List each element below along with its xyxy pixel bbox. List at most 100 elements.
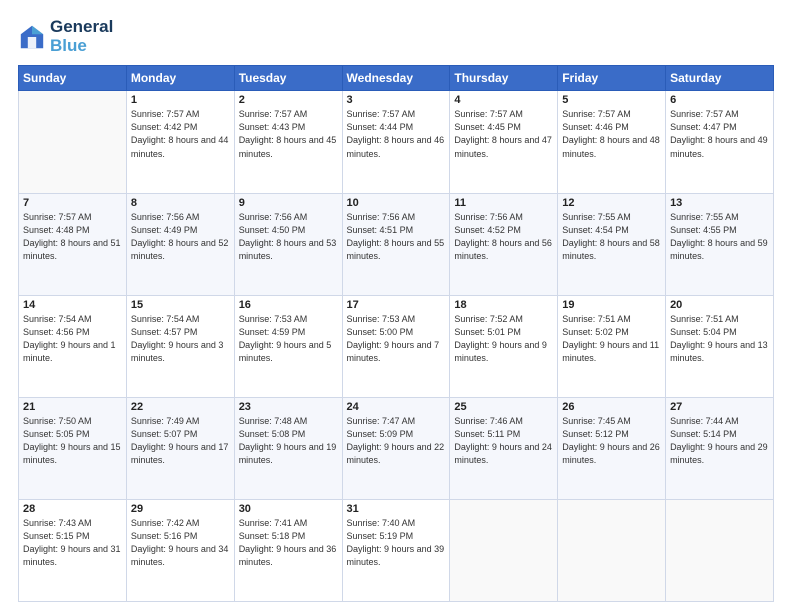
weekday-header-sunday: Sunday [19,66,127,91]
calendar-cell: 2Sunrise: 7:57 AMSunset: 4:43 PMDaylight… [234,91,342,193]
calendar-cell: 19 Sunrise: 7:51 AMSunset: 5:02 PMDayligh… [558,295,666,397]
cell-text: Sunrise: 7:57 AMSunset: 4:46 PMDaylight:… [562,109,660,158]
cell-text: Sunrise: 7:53 AMSunset: 5:00 PMDaylight:… [347,314,440,363]
day-number: 31 [347,503,446,515]
day-number: 26 [562,401,661,413]
cell-text: Sunrise: 7:52 AMSunset: 5:01 PMDaylight:… [454,314,547,363]
calendar-cell: 5 Sunrise: 7:57 AMSunset: 4:46 PMDaylight… [558,91,666,193]
cell-text: Sunrise: 7:57 AMSunset: 4:44 PMDaylight:… [347,109,445,158]
day-number: 25 [454,401,553,413]
logo-icon [18,23,46,51]
cell-text: Sunrise: 7:56 AMSunset: 4:51 PMDaylight:… [347,212,445,261]
calendar-cell: 16 Sunrise: 7:53 AMSunset: 4:59 PMDayligh… [234,295,342,397]
day-number: 17 [347,299,446,311]
cell-text: Sunrise: 7:54 AMSunset: 4:57 PMDaylight:… [131,314,224,363]
day-number: 15 [131,299,230,311]
calendar-cell: 11 Sunrise: 7:56 AMSunset: 4:52 PMDayligh… [450,193,558,295]
day-number: 20 [670,299,769,311]
calendar-cell: 31 Sunrise: 7:40 AMSunset: 5:19 PMDayligh… [342,499,450,601]
day-number: 13 [670,197,769,209]
day-number: 23 [239,401,338,413]
calendar-cell: 12 Sunrise: 7:55 AMSunset: 4:54 PMDayligh… [558,193,666,295]
cell-text: Sunrise: 7:57 AMSunset: 4:42 PMDaylight:… [131,109,229,158]
calendar-cell [450,499,558,601]
header: General Blue [18,18,774,55]
calendar-cell: 30 Sunrise: 7:41 AMSunset: 5:18 PMDayligh… [234,499,342,601]
cell-text: Sunrise: 7:56 AMSunset: 4:52 PMDaylight:… [454,212,552,261]
calendar-cell: 3 Sunrise: 7:57 AMSunset: 4:44 PMDaylight… [342,91,450,193]
calendar-cell: 7 Sunrise: 7:57 AMSunset: 4:48 PMDaylight… [19,193,127,295]
day-number: 1 [131,94,230,106]
cell-text: Sunrise: 7:56 AMSunset: 4:49 PMDaylight:… [131,212,229,261]
calendar-cell: 4 Sunrise: 7:57 AMSunset: 4:45 PMDaylight… [450,91,558,193]
calendar-cell: 20 Sunrise: 7:51 AMSunset: 5:04 PMDayligh… [666,295,774,397]
day-number: 7 [23,197,122,209]
calendar-cell: 27Sunrise: 7:44 AMSunset: 5:14 PMDayligh… [666,397,774,499]
cell-text: Sunrise: 7:56 AMSunset: 4:50 PMDaylight:… [239,212,337,261]
cell-text: Sunrise: 7:51 AMSunset: 5:02 PMDaylight:… [562,314,659,363]
cell-text: Sunrise: 7:55 AMSunset: 4:54 PMDaylight:… [562,212,660,261]
day-number: 4 [454,94,553,106]
calendar-cell: 26 Sunrise: 7:45 AMSunset: 5:12 PMDayligh… [558,397,666,499]
cell-text: Sunrise: 7:48 AMSunset: 5:08 PMDaylight:… [239,416,337,465]
cell-text: Sunrise: 7:53 AMSunset: 4:59 PMDaylight:… [239,314,332,363]
day-number: 28 [23,503,122,515]
day-number: 22 [131,401,230,413]
day-number: 30 [239,503,338,515]
day-number: 19 [562,299,661,311]
cell-text: Sunrise: 7:47 AMSunset: 5:09 PMDaylight:… [347,416,445,465]
day-number: 2 [239,94,338,106]
day-number: 10 [347,197,446,209]
logo-text: General Blue [50,18,113,55]
day-number: 21 [23,401,122,413]
cell-text: Sunrise: 7:45 AMSunset: 5:12 PMDaylight:… [562,416,660,465]
calendar-cell [558,499,666,601]
weekday-header-thursday: Thursday [450,66,558,91]
day-number: 5 [562,94,661,106]
cell-text: Sunrise: 7:40 AMSunset: 5:19 PMDaylight:… [347,518,445,567]
weekday-header-monday: Monday [126,66,234,91]
cell-text: Sunrise: 7:46 AMSunset: 5:11 PMDaylight:… [454,416,552,465]
cell-text: Sunrise: 7:57 AMSunset: 4:48 PMDaylight:… [23,212,121,261]
calendar-cell: 21 Sunrise: 7:50 AMSunset: 5:05 PMDayligh… [19,397,127,499]
calendar-cell: 6 Sunrise: 7:57 AMSunset: 4:47 PMDaylight… [666,91,774,193]
weekday-header-saturday: Saturday [666,66,774,91]
day-number: 24 [347,401,446,413]
cell-text: Sunrise: 7:50 AMSunset: 5:05 PMDaylight:… [23,416,121,465]
weekday-header-tuesday: Tuesday [234,66,342,91]
cell-text: Sunrise: 7:42 AMSunset: 5:16 PMDaylight:… [131,518,229,567]
calendar-cell: 13 Sunrise: 7:55 AMSunset: 4:55 PMDayligh… [666,193,774,295]
calendar-cell: 23 Sunrise: 7:48 AMSunset: 5:08 PMDayligh… [234,397,342,499]
cell-text: Sunrise: 7:49 AMSunset: 5:07 PMDaylight:… [131,416,229,465]
cell-text: Sunrise: 7:54 AMSunset: 4:56 PMDaylight:… [23,314,116,363]
day-number: 9 [239,197,338,209]
calendar-cell: 14Sunrise: 7:54 AMSunset: 4:56 PMDayligh… [19,295,127,397]
day-number: 3 [347,94,446,106]
calendar-cell: 24 Sunrise: 7:47 AMSunset: 5:09 PMDayligh… [342,397,450,499]
day-number: 11 [454,197,553,209]
calendar-cell: 17 Sunrise: 7:53 AMSunset: 5:00 PMDayligh… [342,295,450,397]
weekday-header-friday: Friday [558,66,666,91]
cell-text: Sunrise: 7:41 AMSunset: 5:18 PMDaylight:… [239,518,337,567]
cell-text: Sunrise: 7:44 AMSunset: 5:14 PMDaylight:… [670,416,768,465]
cell-text: Sunrise: 7:43 AMSunset: 5:15 PMDaylight:… [23,518,121,567]
calendar-cell: 29 Sunrise: 7:42 AMSunset: 5:16 PMDayligh… [126,499,234,601]
calendar-cell: 25 Sunrise: 7:46 AMSunset: 5:11 PMDayligh… [450,397,558,499]
cell-text: Sunrise: 7:57 AMSunset: 4:47 PMDaylight:… [670,109,768,158]
cell-text: Sunrise: 7:55 AMSunset: 4:55 PMDaylight:… [670,212,768,261]
day-number: 8 [131,197,230,209]
day-number: 6 [670,94,769,106]
calendar-cell [19,91,127,193]
calendar-cell: 15 Sunrise: 7:54 AMSunset: 4:57 PMDayligh… [126,295,234,397]
day-number: 16 [239,299,338,311]
cell-text: Sunrise: 7:57 AMSunset: 4:45 PMDaylight:… [454,109,552,158]
day-number: 12 [562,197,661,209]
day-number: 29 [131,503,230,515]
calendar-cell: 8 Sunrise: 7:56 AMSunset: 4:49 PMDaylight… [126,193,234,295]
cell-text: Sunrise: 7:51 AMSunset: 5:04 PMDaylight:… [670,314,768,363]
weekday-header-wednesday: Wednesday [342,66,450,91]
calendar-cell: 9 Sunrise: 7:56 AMSunset: 4:50 PMDaylight… [234,193,342,295]
day-number: 18 [454,299,553,311]
logo: General Blue [18,18,113,55]
calendar-cell: 18 Sunrise: 7:52 AMSunset: 5:01 PMDayligh… [450,295,558,397]
